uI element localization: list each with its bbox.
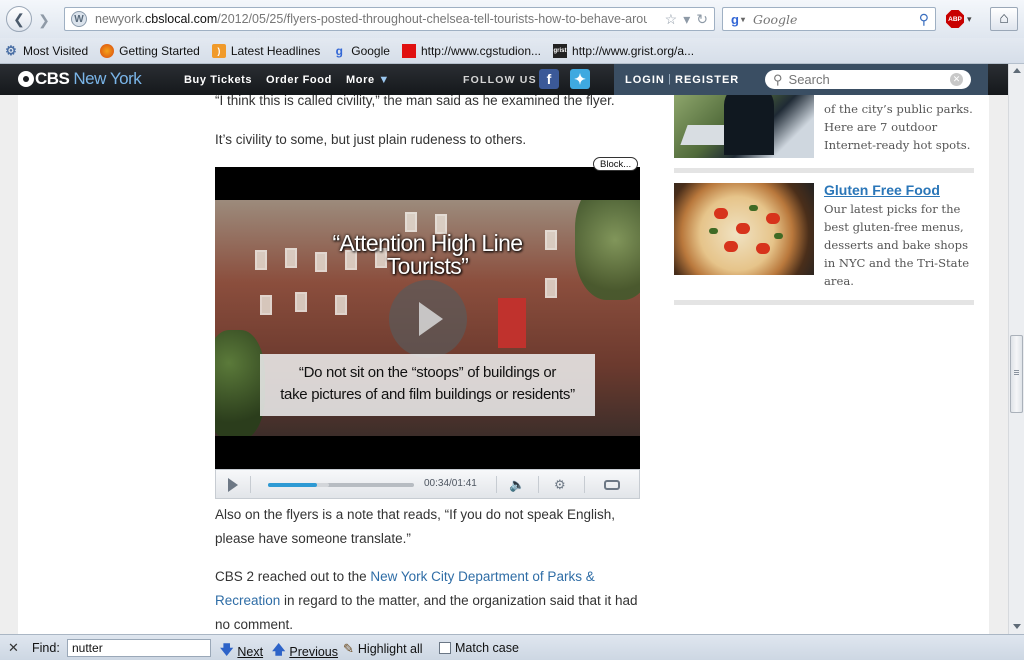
article-paragraph: “I think this is called civility,” the m… [215, 95, 615, 108]
checkbox[interactable] [439, 642, 451, 654]
bookmark-most-visited[interactable]: ⚙ Most Visited [4, 42, 88, 58]
find-next-button[interactable]: 🡇 Next [220, 641, 263, 660]
search-engine-input[interactable] [753, 11, 903, 27]
sidebar-item-text: of the city’s public parks. Here are 7 o… [824, 102, 973, 152]
scroll-up-icon[interactable] [1013, 68, 1021, 73]
block-plugin-button[interactable]: Block... [593, 157, 639, 171]
video-overlay-note-box: “Do not sit on the “stoops” of buildings… [260, 354, 595, 416]
arrow-down-icon: 🡇 [220, 642, 234, 657]
video-time: 00:34/01:41 [424, 478, 477, 489]
bookmarks-toolbar: ⚙ Most Visited Getting Started ) Latest He… [0, 38, 1024, 64]
clear-search-icon[interactable]: ✕ [950, 73, 963, 86]
bookmark-star-icon[interactable]: ☆ [665, 11, 678, 28]
search-engine-bar[interactable]: g▾ ⚲ [722, 7, 936, 31]
wordpress-icon: W [71, 11, 87, 27]
forward-button[interactable]: ❯ [33, 9, 55, 31]
video-progress-fill [268, 483, 318, 487]
arrow-up-icon: 🡅 [272, 642, 286, 657]
cbs-logo[interactable]: CBS New York [18, 69, 142, 89]
video-controls: 00:34/01:41 🔈 ⚙ [215, 469, 640, 499]
home-icon: ⌂ [999, 10, 1009, 27]
video-frame: “Attention High Line Tourists” “Do not si… [215, 200, 640, 436]
arrow-right-icon: ❯ [38, 11, 50, 28]
settings-gear-icon[interactable]: ⚙ [554, 477, 566, 493]
reload-icon[interactable]: ↻ [696, 11, 708, 28]
divider [674, 300, 974, 305]
separator: | [668, 73, 671, 85]
home-button[interactable]: ⌂ [990, 7, 1018, 31]
video-overlay-title: “Attention High Line Tourists” [332, 230, 523, 279]
chevron-down-icon: ▾ [967, 13, 972, 24]
search-icon: ⚲ [773, 71, 783, 87]
find-label: Find: [32, 641, 60, 655]
caret-down-icon: ▼ [378, 74, 390, 86]
scroll-down-icon[interactable] [1013, 624, 1021, 629]
dropdown-arrow-icon[interactable]: ▾ [683, 11, 690, 28]
play-overlay-button[interactable] [389, 280, 467, 358]
browser-toolbar: ❮ ❯ W newyork.cbslocal.com/2012/05/25/fl… [0, 0, 1024, 38]
volume-icon[interactable]: 🔈 [509, 477, 525, 493]
nav-buy-tickets[interactable]: Buy Tickets [184, 74, 252, 86]
site-search-box[interactable]: ⚲ ✕ [765, 70, 971, 89]
gear-icon: ⚙ [5, 42, 17, 58]
bookmark-cgstudion[interactable]: http://www.cgstudion... [401, 43, 541, 58]
site-search-input[interactable] [788, 72, 939, 87]
grist-icon: grist [553, 43, 568, 58]
login-link[interactable]: LOGIN [625, 74, 665, 86]
register-link[interactable]: REGISTER [675, 74, 739, 86]
bookmark-latest-headlines[interactable]: ) Latest Headlines [211, 43, 320, 58]
google-icon[interactable]: g ▾ [723, 8, 753, 30]
tree-graphic [215, 330, 265, 436]
video-overlay-note: “Do not sit on the “stoops” of buildings… [280, 364, 575, 403]
sidebar-item-text: Our latest picks for the best gluten-fre… [824, 202, 970, 288]
page-content: “I think this is called civility,” the m… [18, 95, 989, 634]
video-player[interactable]: “Attention High Line Tourists” “Do not si… [215, 157, 640, 499]
google-icon: g [335, 43, 343, 58]
fullscreen-icon[interactable] [604, 480, 620, 490]
video-progress-bar[interactable] [268, 483, 414, 487]
article-paragraph: CBS 2 reached out to the New York City D… [215, 569, 638, 632]
gluten-free-pizza-thumbnail[interactable] [674, 183, 814, 275]
highlighter-icon: ✎ [343, 641, 354, 656]
nav-order-food[interactable]: Order Food [266, 74, 332, 86]
door-graphic [498, 298, 526, 348]
adblock-icon: ABP [946, 10, 964, 28]
match-case-checkbox[interactable]: Match case [439, 641, 519, 655]
firefox-icon [100, 43, 115, 58]
bookmark-grist[interactable]: grist http://www.grist.org/a... [553, 43, 694, 58]
facebook-icon[interactable]: f [539, 69, 559, 89]
back-button[interactable]: ❮ [6, 6, 32, 32]
twitter-icon[interactable]: ✦ [570, 69, 590, 89]
sidebar-item-headline[interactable]: Gluten Free Food [824, 182, 940, 198]
close-icon[interactable]: ✕ [8, 640, 19, 656]
cbs-eye-icon [18, 71, 34, 87]
play-icon[interactable] [228, 478, 238, 492]
page-scrollbar[interactable] [1008, 64, 1024, 634]
article-paragraph: It’s civility to some, but just plain ru… [215, 132, 527, 147]
find-bar: ✕ Find: 🡇Next 🡅Previous ✎Highlight all M… [0, 634, 1024, 660]
find-previous-button[interactable]: 🡅 Previous [272, 641, 338, 660]
chevron-down-icon: ▾ [740, 14, 745, 24]
bookmark-getting-started[interactable]: Getting Started [100, 43, 200, 58]
article-paragraph: Also on the flyers is a note that reads,… [215, 507, 615, 546]
scroll-thumb[interactable] [1010, 335, 1023, 413]
nav-more[interactable]: More ▼ [346, 74, 390, 86]
adblock-button[interactable]: ABP ▾ [946, 7, 980, 31]
find-input[interactable] [67, 639, 211, 657]
wifi-parks-thumbnail[interactable] [674, 95, 814, 158]
url-bar[interactable]: W newyork.cbslocal.com/2012/05/25/flyers… [64, 7, 715, 31]
magnifier-icon[interactable]: ⚲ [919, 11, 929, 28]
url-text[interactable]: newyork.cbslocal.com/2012/05/25/flyers-p… [95, 12, 647, 26]
arrow-left-icon: ❮ [13, 10, 25, 27]
bookmark-google[interactable]: g Google [332, 44, 390, 58]
follow-us-label: FOLLOW US [463, 74, 537, 86]
divider [674, 168, 974, 173]
red-square-icon [401, 43, 416, 58]
video-screen[interactable]: “Attention High Line Tourists” “Do not si… [215, 167, 640, 469]
rss-icon: ) [211, 43, 226, 58]
highlight-all-button[interactable]: ✎ Highlight all [343, 641, 423, 657]
